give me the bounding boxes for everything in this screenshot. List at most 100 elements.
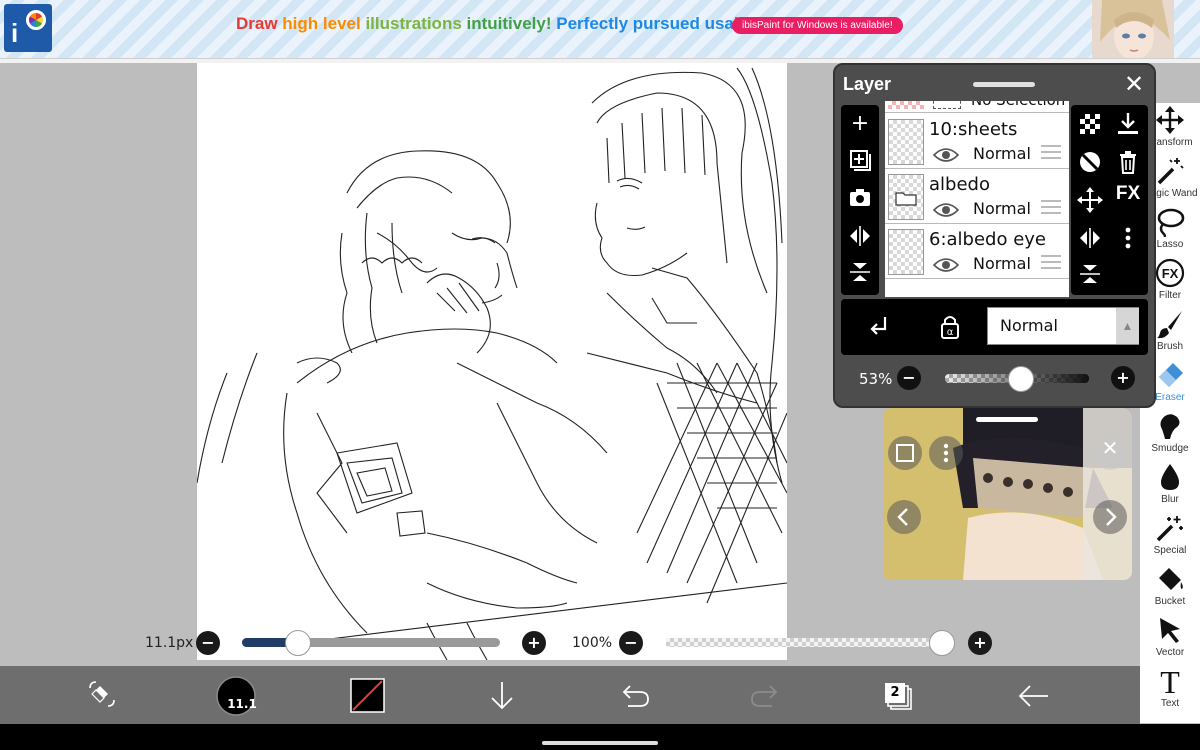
drag-handle-icon[interactable]: [1041, 255, 1061, 269]
ad-text-segment: high level: [282, 14, 366, 33]
eye-icon[interactable]: [933, 257, 959, 273]
layer-panel: Layer ✕ + No Selection: [833, 63, 1156, 408]
add-special-layer-icon[interactable]: [843, 143, 877, 177]
reference-more-icon[interactable]: [929, 436, 963, 470]
blend-mode-select[interactable]: Normal ▲: [987, 307, 1139, 345]
ad-banner[interactable]: i Draw high level illustrations intuitiv…: [0, 0, 1200, 58]
tool-label: Special: [1153, 545, 1187, 556]
flip-layer-vertical-icon[interactable]: [1073, 257, 1107, 291]
merge-down-icon[interactable]: [1111, 107, 1145, 141]
transform-icon: [1156, 106, 1184, 134]
home-gesture-handle[interactable]: [542, 741, 658, 745]
svg-text:α: α: [947, 327, 954, 338]
drag-handle-icon[interactable]: [1041, 145, 1061, 159]
line-art: [197, 67, 787, 660]
reference-next-icon[interactable]: [1093, 500, 1127, 534]
eye-icon[interactable]: [933, 147, 959, 163]
layer-row-folder[interactable]: albedo Normal: [885, 170, 1069, 224]
clear-layer-icon[interactable]: [1073, 145, 1107, 179]
flip-vertical-icon[interactable]: [843, 255, 877, 289]
close-icon[interactable]: ✕: [1121, 71, 1147, 97]
tool-smudge[interactable]: Smudge: [1140, 409, 1200, 459]
drag-handle-icon[interactable]: [1041, 200, 1061, 214]
delete-layer-icon[interactable]: [1111, 145, 1145, 179]
reference-fit-icon[interactable]: [888, 436, 922, 470]
layer-row[interactable]: 10:sheets Normal: [885, 115, 1069, 169]
brush-opacity-increase-button[interactable]: +: [968, 631, 992, 655]
ibispaint-screen: i Draw high level illustrations intuitiv…: [0, 0, 1200, 750]
ad-text-segment: Draw: [236, 14, 283, 33]
brush-size-badge-button[interactable]: 11.1: [206, 666, 266, 724]
tool-bucket[interactable]: Bucket: [1140, 562, 1200, 612]
transparency-icon[interactable]: [1073, 107, 1107, 141]
flip-horizontal-icon[interactable]: [843, 219, 877, 253]
layer-thumbnail: [888, 119, 924, 165]
clipping-icon[interactable]: [863, 310, 897, 344]
scroll-down-button[interactable]: [472, 666, 532, 724]
brush-opacity-slider[interactable]: [666, 638, 942, 647]
layer-opacity-increase-button[interactable]: +: [1111, 366, 1135, 390]
svg-text:T: T: [1160, 666, 1180, 696]
layer-blend-mode: Normal: [973, 254, 1031, 273]
layer-name: 10:sheets: [929, 119, 1018, 140]
layer-opacity-decrease-button[interactable]: −: [897, 366, 921, 390]
bucket-icon: [1159, 568, 1183, 590]
layer-thumbnail: [888, 229, 924, 275]
ad-text-segment: intuitively!: [466, 14, 557, 33]
brush-size-slider[interactable]: [242, 638, 500, 647]
layers-button[interactable]: 2: [870, 666, 930, 724]
brush-size-increase-button[interactable]: +: [522, 631, 546, 655]
tool-blur[interactable]: Blur: [1140, 460, 1200, 510]
blend-mode-row: α Normal ▲: [841, 299, 1148, 355]
move-layer-icon[interactable]: [1073, 183, 1107, 217]
bottom-bar: 11.1 2: [0, 666, 1140, 724]
tool-vector[interactable]: Vector: [1140, 613, 1200, 663]
reference-window[interactable]: ✕: [883, 408, 1132, 580]
drawing-canvas[interactable]: [197, 63, 787, 660]
layer-blend-mode: Normal: [973, 199, 1031, 218]
layer-row[interactable]: 6:albedo eye Normal: [885, 225, 1069, 279]
alpha-lock-icon[interactable]: α: [933, 310, 967, 344]
tool-label: Vector: [1155, 647, 1185, 658]
eye-icon[interactable]: [933, 202, 959, 218]
brush-size-decrease-button[interactable]: −: [196, 631, 220, 655]
tool-label: Blur: [1161, 494, 1179, 505]
arrow-down-icon: [491, 682, 513, 710]
redo-button[interactable]: [736, 666, 796, 724]
reference-close-icon[interactable]: ✕: [1093, 436, 1127, 470]
tool-special[interactable]: Special: [1140, 511, 1200, 561]
camera-icon[interactable]: [843, 181, 877, 215]
reference-image: [883, 408, 1132, 580]
brush-size-circle-icon: [216, 676, 256, 716]
layer-list[interactable]: No Selection 10:sheets Normal albedo Nor…: [885, 101, 1069, 297]
layer-blend-mode: Normal: [973, 144, 1031, 163]
blend-mode-value: Normal: [1000, 316, 1058, 335]
undo-button[interactable]: [604, 666, 664, 724]
vector-icon: [1160, 618, 1180, 643]
redo-icon: [751, 685, 778, 707]
tool-label: Smudge: [1151, 443, 1189, 454]
selection-layer-row[interactable]: No Selection: [885, 101, 1069, 113]
brush-size-thumb[interactable]: [284, 630, 311, 656]
brush-opacity-decrease-button[interactable]: −: [619, 631, 643, 655]
layer-opacity-thumb[interactable]: [1008, 366, 1035, 392]
color-button[interactable]: [338, 666, 398, 724]
brush-opacity-thumb[interactable]: [929, 630, 955, 656]
reference-prev-icon[interactable]: [887, 500, 921, 534]
tool-text[interactable]: T Text: [1140, 664, 1200, 714]
layer-fx-button[interactable]: FX: [1111, 183, 1145, 217]
eraser-swap-icon: [89, 681, 115, 707]
back-button[interactable]: [1004, 666, 1064, 724]
text-icon: T: [1160, 666, 1180, 696]
more-options-icon[interactable]: [1111, 221, 1145, 255]
layer-right-actions: FX: [1071, 105, 1148, 295]
add-layer-icon[interactable]: +: [843, 107, 877, 141]
layer-panel-drag-handle[interactable]: [973, 82, 1035, 87]
swap-tool-button[interactable]: [72, 666, 132, 724]
brush-size-label: 11.1px: [145, 635, 194, 651]
arrow-left-icon: [1018, 685, 1048, 707]
reference-drag-handle[interactable]: [976, 417, 1038, 422]
color-swatch-icon: [350, 678, 385, 713]
flip-layer-horizontal-icon[interactable]: [1073, 221, 1107, 255]
ad-windows-pill[interactable]: ibisPaint for Windows is available!: [732, 17, 903, 34]
